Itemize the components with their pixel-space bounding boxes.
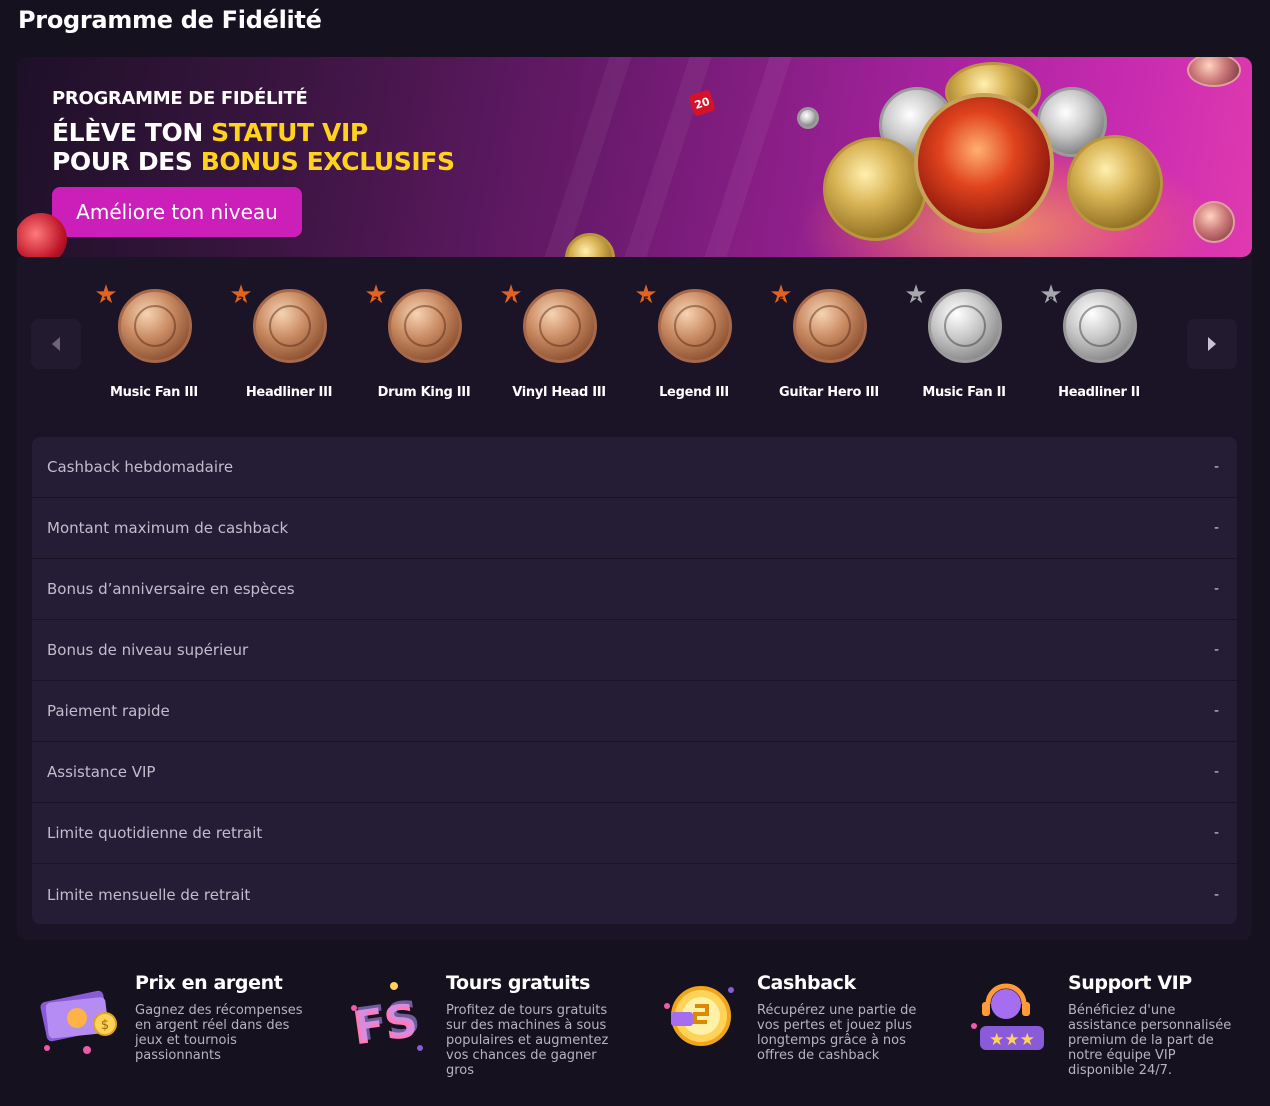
feature-description: Gagnez des récompenses en argent réel da… [135, 1003, 303, 1063]
tier-star-icon: ★ 6 [769, 280, 793, 310]
hero-line1-plain: ÉLÈVE TON [52, 118, 203, 147]
tiers-prev-button[interactable] [31, 319, 81, 369]
feature-description: Profitez de tours gratuits sur des machi… [446, 1003, 609, 1078]
benefit-row: Cashback hebdomadaire - [32, 437, 1237, 498]
hero-light-ray [704, 57, 792, 257]
hero-banner: PROGRAMME DE FIDÉLITÉ ÉLÈVE TON STATUT V… [17, 57, 1252, 257]
hero-light-ray [544, 57, 632, 257]
feature-cash-prizes: $ Prix en argent Gagnez des récompenses … [35, 970, 335, 1090]
medal-icon [658, 289, 732, 363]
tier-name: Drum King III [377, 385, 471, 400]
rock-hand-coin-icon [823, 137, 927, 241]
tier-card[interactable]: ★ 4 Vinyl Head III [499, 280, 619, 413]
small-coin-icon [1193, 201, 1235, 243]
upgrade-level-button[interactable]: Améliore ton niveau [52, 187, 302, 237]
benefit-label: Assistance VIP [47, 763, 156, 781]
cash-money-icon: $ [40, 990, 117, 1054]
medal-icon [118, 289, 192, 363]
small-coin-icon [797, 107, 819, 129]
tier-card[interactable]: ★ 3 Drum King III [364, 280, 484, 413]
tier-card[interactable]: ★ 2 Headliner III [229, 280, 349, 413]
benefit-label: Montant maximum de cashback [47, 519, 289, 537]
tier-star-icon: ★ 4 [499, 280, 523, 310]
svg-text:★★★: ★★★ [989, 1030, 1035, 1050]
page-title: Programme de Fidélité [18, 6, 322, 34]
feature-title: Prix en argent [135, 972, 283, 994]
tier-name: Legend III [659, 385, 729, 400]
hero-light-ray [624, 57, 712, 257]
benefit-row: Limite quotidienne de retrait - [32, 803, 1237, 864]
benefit-label: Bonus d’anniversaire en espèces [47, 580, 295, 598]
medal-icon [253, 289, 327, 363]
benefit-label: Paiement rapide [47, 702, 170, 720]
tier-name: Guitar Hero III [779, 385, 879, 400]
chevron-left-icon [52, 337, 60, 351]
benefit-row: Bonus de niveau supérieur - [32, 620, 1237, 681]
feature-title: Tours gratuits [446, 972, 591, 994]
svg-text:FS: FS [352, 990, 423, 1052]
vip-support-headset-icon: ★★★ [971, 983, 1044, 1050]
tier-star-icon: ★ 3 [364, 280, 388, 310]
benefit-value: - [1213, 825, 1219, 841]
benefit-value: - [1213, 764, 1219, 780]
hero-line1-accent: STATUT VIP [211, 118, 368, 147]
benefit-label: Limite quotidienne de retrait [47, 824, 263, 842]
tier-star-icon: ★ 5 [634, 280, 658, 310]
tier-card[interactable]: ★ 1 Music Fan III [94, 280, 214, 413]
medal-icon [928, 289, 1002, 363]
tier-card[interactable]: ★ 6 Guitar Hero III [769, 280, 889, 413]
feature-description: Bénéficiez d'une assistance personnalisé… [1068, 1003, 1232, 1078]
benefit-row: Assistance VIP - [32, 742, 1237, 803]
feature-title: Cashback [757, 972, 856, 994]
tier-star-icon: ★ 2 [229, 280, 253, 310]
benefit-label: Limite mensuelle de retrait [47, 885, 251, 904]
tier-name: Music Fan III [110, 385, 198, 400]
hero-line2-plain: POUR DES [52, 147, 193, 176]
tier-card[interactable]: ★ 8 Headliner II [1039, 280, 1159, 413]
tier-star-icon: ★ 8 [1039, 280, 1063, 310]
flaming-guitar-coin-icon [914, 93, 1054, 233]
tier-name: Music Fan II [922, 385, 1006, 400]
hero-line2-accent: BONUS EXCLUSIFS [200, 147, 455, 176]
benefit-value: - [1213, 886, 1219, 903]
chevron-right-icon [1208, 337, 1216, 351]
benefit-label: Cashback hebdomadaire [47, 458, 234, 476]
feature-vip-support: ★★★ Support VIP Bénéficiez d'une assista… [968, 970, 1268, 1090]
svg-text:$: $ [101, 1018, 109, 1033]
feature-cashback: Cashback Récupérez une partie de vos per… [657, 970, 957, 1090]
benefit-label: Bonus de niveau supérieur [47, 641, 249, 659]
medal-icon [1063, 289, 1137, 363]
loyalty-tiers-panel: ★ 1 Music Fan III ★ 2 Headliner III ★ 3 Dru… [17, 257, 1252, 940]
tiers-next-button[interactable] [1187, 319, 1237, 369]
benefit-value: - [1213, 520, 1219, 536]
medal-icon [793, 289, 867, 363]
free-spins-icon: FS FS [349, 982, 423, 1055]
tier-name: Vinyl Head III [512, 385, 606, 400]
benefit-row: Montant maximum de cashback - [32, 498, 1237, 559]
benefit-value: - [1213, 581, 1219, 597]
benefits-table: Cashback hebdomadaire - Montant maximum … [32, 437, 1237, 924]
lips-coin-icon [1067, 135, 1163, 231]
medal-icon [388, 289, 462, 363]
benefit-row: Limite mensuelle de retrait - [32, 864, 1237, 924]
feature-free-spins: FS FS Tours gratuits Profitez de tours g… [346, 970, 646, 1090]
benefit-value: - [1213, 642, 1219, 658]
benefit-row: Bonus d’anniversaire en espèces - [32, 559, 1237, 620]
hero-eyebrow: PROGRAMME DE FIDÉLITÉ [52, 88, 308, 109]
tier-name: Headliner II [1058, 385, 1140, 400]
cashback-coin-icon [664, 986, 734, 1046]
benefit-value: - [1213, 459, 1219, 475]
small-coin-icon [1187, 57, 1241, 87]
tier-card[interactable]: ★ 5 Legend III [634, 280, 754, 413]
tier-star-icon: ★ 1 [94, 280, 118, 310]
tier-card[interactable]: ★ 7 Music Fan II [904, 280, 1024, 413]
benefit-row: Paiement rapide - [32, 681, 1237, 742]
hero-headline: ÉLÈVE TON STATUT VIP POUR DES BONUS EXCL… [52, 118, 455, 176]
benefit-value: - [1213, 703, 1219, 719]
medal-icon [523, 289, 597, 363]
tier-star-icon: ★ 7 [904, 280, 928, 310]
feature-title: Support VIP [1068, 972, 1192, 994]
tier-name: Headliner III [245, 385, 333, 400]
feature-description: Récupérez une partie de vos pertes et jo… [757, 1003, 917, 1063]
